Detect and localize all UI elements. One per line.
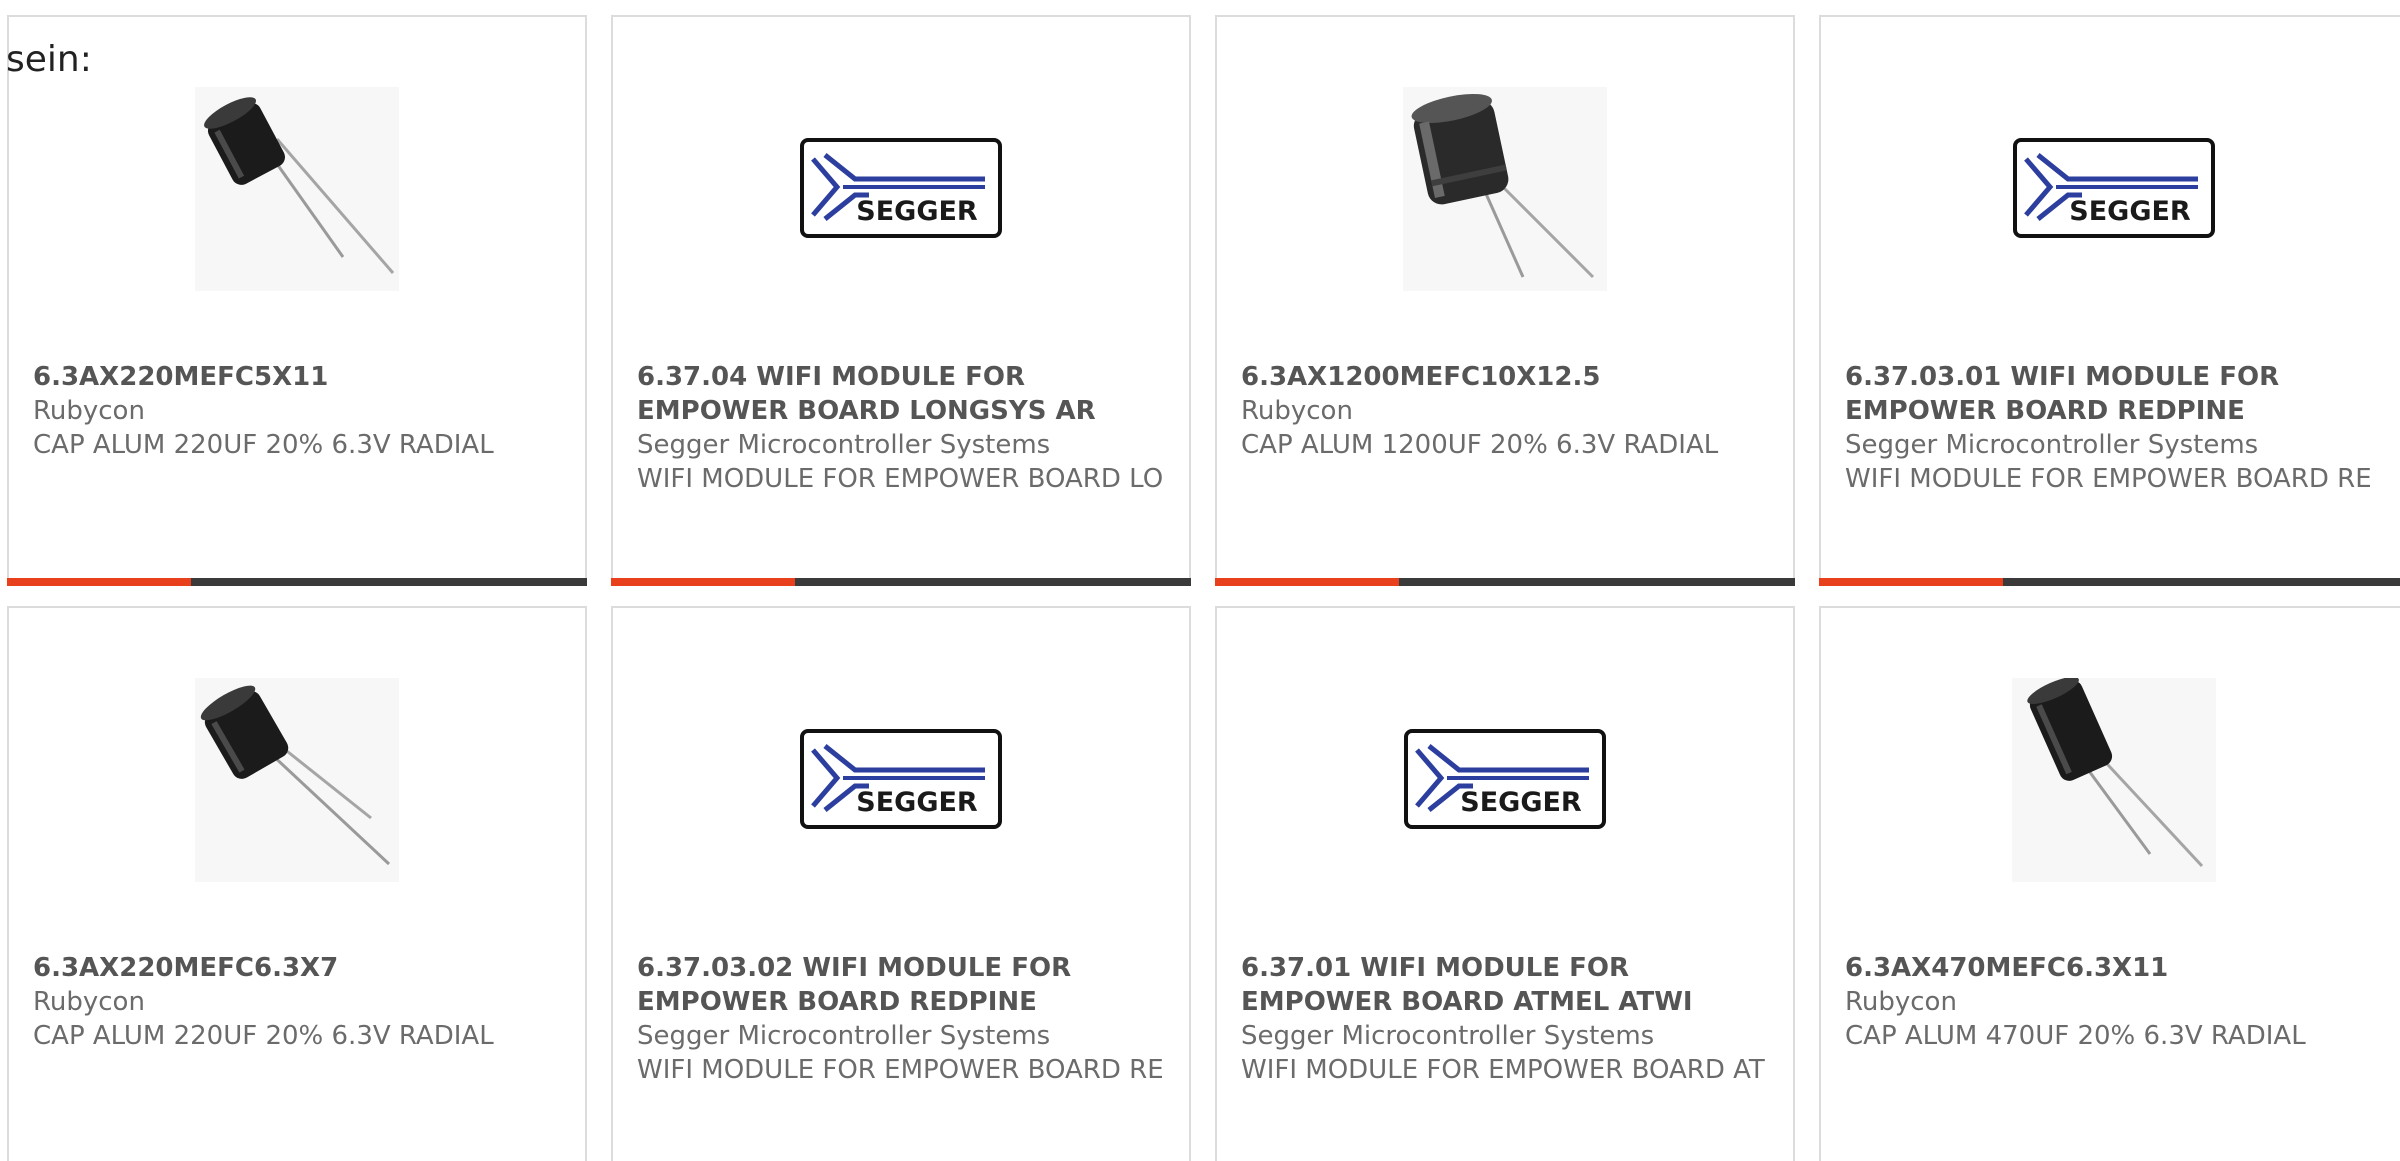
product-card[interactable]: 6.3AX220MEFC5X11 Rubycon CAP ALUM 220UF … bbox=[7, 15, 587, 586]
product-image[interactable]: SEGGER bbox=[1403, 678, 1607, 882]
product-description: CAP ALUM 470UF 20% 6.3V RADIAL bbox=[1845, 1021, 2306, 1051]
part-number-link[interactable]: 6.3AX220MEFC6.3X7 bbox=[33, 951, 561, 985]
product-image[interactable] bbox=[2012, 678, 2216, 882]
part-number-link[interactable]: 6.37.01 WIFI MODULE FOR EMPOWER BOARD AT… bbox=[1241, 951, 1769, 1019]
intro-text: sein: bbox=[6, 39, 92, 80]
manufacturer: Segger Microcontroller Systems bbox=[1241, 1021, 1655, 1051]
product-card[interactable]: 6.3AX1200MEFC10X12.5 Rubycon CAP ALUM 12… bbox=[1215, 15, 1795, 586]
capacitor-small-icon bbox=[200, 685, 391, 866]
segger-logo: SEGGER bbox=[2013, 138, 2215, 238]
product-description: CAP ALUM 220UF 20% 6.3V RADIAL bbox=[33, 430, 494, 460]
card-footer-bar bbox=[1215, 578, 1795, 586]
product-grid-page: sein: 6.3AX220MEFC5X11 Rubycon CAP ALUM bbox=[0, 0, 2400, 1161]
manufacturer: Segger Microcontroller Systems bbox=[637, 430, 1051, 460]
product-image[interactable] bbox=[195, 87, 399, 291]
product-description: CAP ALUM 220UF 20% 6.3V RADIAL bbox=[33, 1021, 494, 1051]
card-footer-accent bbox=[1215, 578, 1399, 586]
product-card[interactable]: SEGGER 6.37.04 WIFI MODULE FOR EMPOWER B… bbox=[611, 15, 1191, 586]
product-image[interactable]: SEGGER bbox=[799, 87, 1003, 291]
product-description: WIFI MODULE FOR EMPOWER BOARD LO bbox=[637, 464, 1164, 494]
product-card[interactable]: SEGGER 6.37.03.02 WIFI MODULE FOR EMPOWE… bbox=[611, 606, 1191, 1161]
part-number-link[interactable]: 6.3AX1200MEFC10X12.5 bbox=[1241, 360, 1769, 394]
product-info: 6.37.03.02 WIFI MODULE FOR EMPOWER BOARD… bbox=[637, 951, 1165, 1087]
product-info: 6.37.04 WIFI MODULE FOR EMPOWER BOARD LO… bbox=[637, 360, 1165, 496]
product-info: 6.3AX220MEFC6.3X7 Rubycon CAP ALUM 220UF… bbox=[33, 951, 561, 1053]
part-number-link[interactable]: 6.37.04 WIFI MODULE FOR EMPOWER BOARD LO… bbox=[637, 360, 1165, 428]
segger-logo-text: SEGGER bbox=[856, 196, 978, 227]
product-image[interactable] bbox=[195, 678, 399, 882]
manufacturer: Rubycon bbox=[1845, 987, 1957, 1017]
product-card[interactable]: SEGGER 6.37.03.01 WIFI MODULE FOR EMPOWE… bbox=[1819, 15, 2400, 586]
manufacturer: Segger Microcontroller Systems bbox=[1845, 430, 2259, 460]
card-footer-bar bbox=[7, 578, 587, 586]
card-footer-accent bbox=[7, 578, 191, 586]
product-description: WIFI MODULE FOR EMPOWER BOARD RE bbox=[1845, 464, 2372, 494]
manufacturer: Segger Microcontroller Systems bbox=[637, 1021, 1051, 1051]
manufacturer: Rubycon bbox=[33, 987, 145, 1017]
segger-logo-text: SEGGER bbox=[2069, 196, 2191, 227]
card-footer-bar bbox=[1819, 578, 2400, 586]
capacitor-tall-icon bbox=[2027, 678, 2204, 868]
card-footer-accent bbox=[1819, 578, 2003, 586]
product-card[interactable]: 6.3AX220MEFC6.3X7 Rubycon CAP ALUM 220UF… bbox=[7, 606, 587, 1161]
segger-logo: SEGGER bbox=[800, 138, 1002, 238]
segger-logo-text: SEGGER bbox=[1460, 787, 1582, 818]
part-number-link[interactable]: 6.37.03.01 WIFI MODULE FOR EMPOWER BOARD… bbox=[1845, 360, 2383, 428]
segger-logo: SEGGER bbox=[800, 729, 1002, 829]
capacitor-large-icon bbox=[1411, 93, 1595, 279]
part-number-link[interactable]: 6.3AX220MEFC5X11 bbox=[33, 360, 561, 394]
card-footer-accent bbox=[611, 578, 795, 586]
product-info: 6.3AX220MEFC5X11 Rubycon CAP ALUM 220UF … bbox=[33, 360, 561, 462]
part-number-link[interactable]: 6.3AX470MEFC6.3X11 bbox=[1845, 951, 2383, 985]
product-description: CAP ALUM 1200UF 20% 6.3V RADIAL bbox=[1241, 430, 1719, 460]
product-info: 6.3AX1200MEFC10X12.5 Rubycon CAP ALUM 12… bbox=[1241, 360, 1769, 462]
product-description: WIFI MODULE FOR EMPOWER BOARD AT bbox=[1241, 1055, 1765, 1085]
product-grid: 6.3AX220MEFC5X11 Rubycon CAP ALUM 220UF … bbox=[7, 15, 2400, 1161]
product-card[interactable]: SEGGER 6.37.01 WIFI MODULE FOR EMPOWER B… bbox=[1215, 606, 1795, 1161]
capacitor-small-icon bbox=[204, 97, 395, 274]
product-image[interactable]: SEGGER bbox=[799, 678, 1003, 882]
product-card[interactable]: 6.3AX470MEFC6.3X11 Rubycon CAP ALUM 470U… bbox=[1819, 606, 2400, 1161]
product-info: 6.37.03.01 WIFI MODULE FOR EMPOWER BOARD… bbox=[1845, 360, 2383, 496]
segger-logo-text: SEGGER bbox=[856, 787, 978, 818]
product-info: 6.3AX470MEFC6.3X11 Rubycon CAP ALUM 470U… bbox=[1845, 951, 2383, 1053]
manufacturer: Rubycon bbox=[33, 396, 145, 426]
product-image[interactable] bbox=[1403, 87, 1607, 291]
manufacturer: Rubycon bbox=[1241, 396, 1353, 426]
product-image[interactable]: SEGGER bbox=[2012, 87, 2216, 291]
part-number-link[interactable]: 6.37.03.02 WIFI MODULE FOR EMPOWER BOARD… bbox=[637, 951, 1165, 1019]
segger-logo: SEGGER bbox=[1404, 729, 1606, 829]
product-description: WIFI MODULE FOR EMPOWER BOARD RE bbox=[637, 1055, 1164, 1085]
product-info: 6.37.01 WIFI MODULE FOR EMPOWER BOARD AT… bbox=[1241, 951, 1769, 1087]
card-footer-bar bbox=[611, 578, 1191, 586]
